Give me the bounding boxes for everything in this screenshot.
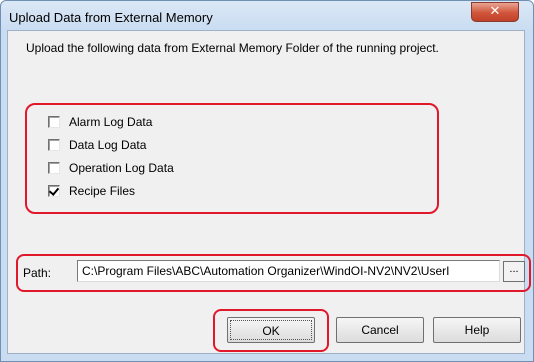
checkbox-box[interactable] — [48, 116, 60, 128]
title-bar[interactable]: Upload Data from External Memory ✕ — [1, 1, 533, 31]
checkbox-label: Data Log Data — [69, 138, 147, 152]
checkbox-box[interactable] — [48, 185, 60, 197]
cancel-button[interactable]: Cancel — [336, 317, 424, 343]
browse-button[interactable]: ... — [503, 261, 525, 282]
checkbox-box[interactable] — [48, 162, 60, 174]
path-input[interactable]: C:\Program Files\ABC\Automation Organize… — [77, 260, 500, 282]
dialog-title: Upload Data from External Memory — [9, 10, 213, 25]
checkbox-box[interactable] — [48, 139, 60, 151]
ok-button[interactable]: OK — [227, 317, 315, 343]
checkbox-recipe-files[interactable]: Recipe Files — [48, 182, 135, 200]
checkbox-label: Alarm Log Data — [69, 115, 153, 129]
checkbox-label: Recipe Files — [69, 184, 136, 198]
help-button[interactable]: Help — [433, 317, 521, 343]
path-label: Path: — [23, 266, 52, 280]
close-icon: ✕ — [489, 4, 501, 19]
checkbox-alarm-log-data[interactable]: Alarm Log Data — [48, 113, 152, 131]
checkbox-label: Operation Log Data — [69, 161, 174, 175]
checkbox-data-log-data[interactable]: Data Log Data — [48, 136, 146, 154]
close-button[interactable]: ✕ — [471, 2, 519, 22]
checkbox-operation-log-data[interactable]: Operation Log Data — [48, 159, 174, 177]
ok-focus-rect: OK — [230, 320, 312, 340]
description-text: Upload the following data from External … — [26, 41, 439, 55]
